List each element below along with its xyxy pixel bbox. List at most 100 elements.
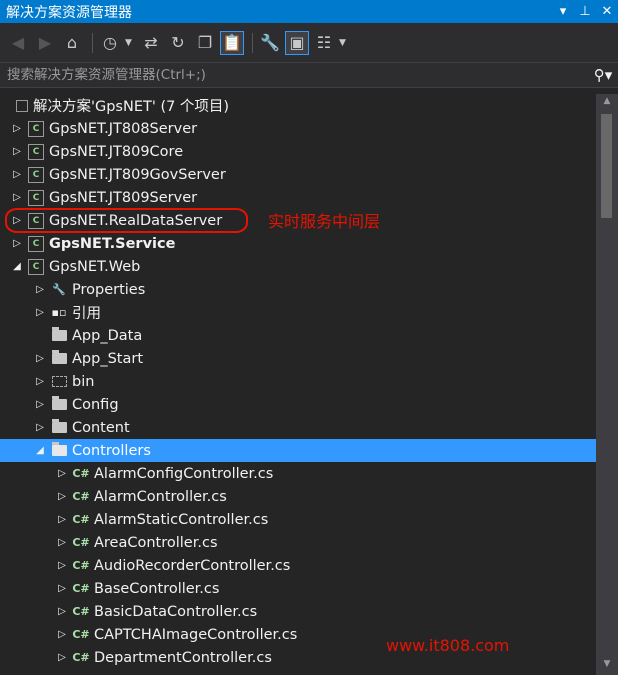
tree-item-folder[interactable]: App_Data — [0, 324, 596, 347]
tree-item-folder[interactable]: ▷ Config — [0, 393, 596, 416]
preview-icon[interactable]: ▣ — [285, 30, 309, 55]
annotation-text: 实时服务中间层 — [268, 212, 381, 231]
expand-arrow-icon[interactable]: ▷ — [33, 422, 47, 433]
tree-item-label: App_Start — [72, 350, 143, 367]
search-icon[interactable]: ⚲▾ — [588, 66, 618, 84]
home-icon[interactable]: ⌂ — [60, 31, 84, 55]
web-project-icon — [28, 258, 44, 275]
toolbar: ◀ ▶ ⌂ ◷ ▼ ⇄ ↻ ❐ 📋 🔧 ▣ ☷ ▼ — [0, 23, 618, 62]
tree-item-folder[interactable]: ▷ Content — [0, 416, 596, 439]
csharp-file-icon: C# — [72, 490, 90, 503]
expand-arrow-icon[interactable]: ▷ — [55, 537, 69, 548]
expand-arrow-icon[interactable]: ▷ — [55, 629, 69, 640]
collapse-all-icon[interactable]: ❐ — [193, 31, 217, 55]
tree-item-project[interactable]: ◢ GpsNET.Web — [0, 255, 596, 278]
tree-item-label: 引用 — [72, 306, 101, 322]
folder-icon — [51, 350, 67, 367]
close-icon[interactable]: ✕ — [596, 4, 618, 19]
refresh-icon[interactable]: ↻ — [166, 31, 190, 55]
tree-item-label: bin — [72, 373, 95, 390]
tree-item-references[interactable]: ▷ ▪▫ 引用 — [0, 301, 596, 324]
tree-item-label: Properties — [72, 281, 146, 298]
csharp-project-icon — [28, 189, 44, 206]
class-view-icon[interactable]: ☷ — [312, 31, 336, 55]
search-input[interactable] — [0, 66, 588, 84]
watermark: www.it808.com — [386, 636, 510, 655]
tree-item-folder[interactable]: ▷ App_Start — [0, 347, 596, 370]
csharp-project-icon — [28, 143, 44, 160]
expand-arrow-icon[interactable]: ▷ — [10, 123, 24, 134]
expand-arrow-icon[interactable]: ▷ — [55, 652, 69, 663]
csharp-project-icon — [28, 235, 44, 252]
collapse-arrow-icon[interactable]: ◢ — [33, 445, 47, 456]
tree-item-label: GpsNET.Web — [49, 258, 141, 275]
tree-item-label: GpsNET.JT809Core — [49, 143, 184, 160]
highlight-ring — [5, 208, 248, 233]
expand-arrow-icon[interactable]: ▷ — [10, 169, 24, 180]
tree-item-file[interactable]: ▷ C# AlarmConfigController.cs — [0, 462, 596, 485]
vertical-scrollbar[interactable]: ▲ ▼ — [596, 94, 618, 675]
tree-item-label: Content — [72, 419, 130, 436]
csharp-file-icon: C# — [72, 467, 90, 480]
tree-item-project[interactable]: ▷ GpsNET.JT809Server — [0, 186, 596, 209]
expand-arrow-icon[interactable]: ▷ — [33, 284, 47, 295]
tree-item-solution[interactable]: 解决方案'GpsNET' (7 个项目) — [0, 94, 596, 117]
tree-item-file[interactable]: ▷ C# BasicDataController.cs — [0, 600, 596, 623]
tree-item-file[interactable]: ▷ C# AlarmStaticController.cs — [0, 508, 596, 531]
tree-item-file[interactable]: ▷ C# BaseController.cs — [0, 577, 596, 600]
tree-item-folder[interactable]: ▷ 🔧 Properties — [0, 278, 596, 301]
expand-arrow-icon[interactable]: ▷ — [10, 238, 24, 249]
show-all-files-icon[interactable]: 📋 — [220, 30, 244, 55]
dropdown-icon[interactable]: ▾ — [552, 4, 574, 19]
expand-arrow-icon[interactable]: ▷ — [55, 583, 69, 594]
scrollbar-thumb[interactable] — [601, 114, 612, 218]
tree-item-file[interactable]: ▷ C# AudioRecorderController.cs — [0, 554, 596, 577]
expand-arrow-icon[interactable]: ▷ — [33, 353, 47, 364]
window-title: 解决方案资源管理器 — [6, 4, 132, 21]
tree-item-file[interactable]: ▷ C# AreaController.cs — [0, 531, 596, 554]
properties-icon[interactable]: 🔧 — [258, 31, 282, 55]
tree-item-label: GpsNET.JT808Server — [49, 120, 198, 137]
back-icon[interactable]: ◀ — [6, 31, 30, 55]
expand-arrow-icon[interactable]: ▷ — [55, 514, 69, 525]
collapse-arrow-icon[interactable]: ◢ — [10, 261, 24, 272]
chevron-down-icon[interactable]: ▼ — [125, 38, 135, 48]
tree-item-project[interactable]: ▷ GpsNET.JT809Core — [0, 140, 596, 163]
sync-icon[interactable]: ⇄ — [139, 31, 163, 55]
toolbar-separator — [252, 32, 253, 53]
expand-arrow-icon[interactable]: ▷ — [55, 606, 69, 617]
expand-arrow-icon[interactable]: ▷ — [55, 560, 69, 571]
expand-arrow-icon[interactable]: ▷ — [33, 399, 47, 410]
expand-arrow-icon[interactable]: ▷ — [10, 192, 24, 203]
tree-item-label: GpsNET.JT809Server — [49, 189, 198, 206]
tree-item-project[interactable]: ▷ GpsNET.JT809GovServer — [0, 163, 596, 186]
tree-item-project[interactable]: ▷ GpsNET.Service — [0, 232, 596, 255]
chevron-down-icon[interactable]: ▼ — [339, 38, 349, 48]
expand-arrow-icon[interactable]: ▷ — [10, 146, 24, 157]
scroll-down-icon[interactable]: ▼ — [596, 659, 618, 669]
csharp-file-icon: C# — [72, 536, 90, 549]
history-icon[interactable]: ◷ — [98, 31, 122, 55]
tree-item-folder[interactable]: ▷ bin — [0, 370, 596, 393]
tree-item-label: AlarmController.cs — [94, 488, 227, 505]
expand-arrow-icon[interactable]: ▷ — [55, 468, 69, 479]
tree-item-label: Config — [72, 396, 119, 413]
tree-item-folder-selected[interactable]: ◢ Controllers — [0, 439, 596, 462]
hidden-folder-icon — [51, 374, 67, 390]
search-bar: ⚲▾ — [0, 62, 618, 88]
folder-icon — [51, 419, 67, 436]
expand-arrow-icon[interactable]: ▷ — [33, 307, 47, 318]
csharp-file-icon: C# — [72, 582, 90, 595]
scroll-up-icon[interactable]: ▲ — [596, 96, 618, 106]
pin-icon[interactable]: ⊥ — [574, 4, 596, 19]
tree-item-file[interactable]: ▷ C# AlarmController.cs — [0, 485, 596, 508]
folder-icon — [51, 396, 67, 413]
tree-item-project[interactable]: ▷ GpsNET.JT808Server — [0, 117, 596, 140]
forward-icon[interactable]: ▶ — [33, 31, 57, 55]
references-icon: ▪▫ — [51, 306, 67, 319]
expand-arrow-icon[interactable]: ▷ — [55, 491, 69, 502]
tree-item-label: CAPTCHAImageController.cs — [94, 626, 298, 643]
expand-arrow-icon[interactable]: ▷ — [33, 376, 47, 387]
tree-item-label: BasicDataController.cs — [94, 603, 258, 620]
csharp-file-icon: C# — [72, 513, 90, 526]
